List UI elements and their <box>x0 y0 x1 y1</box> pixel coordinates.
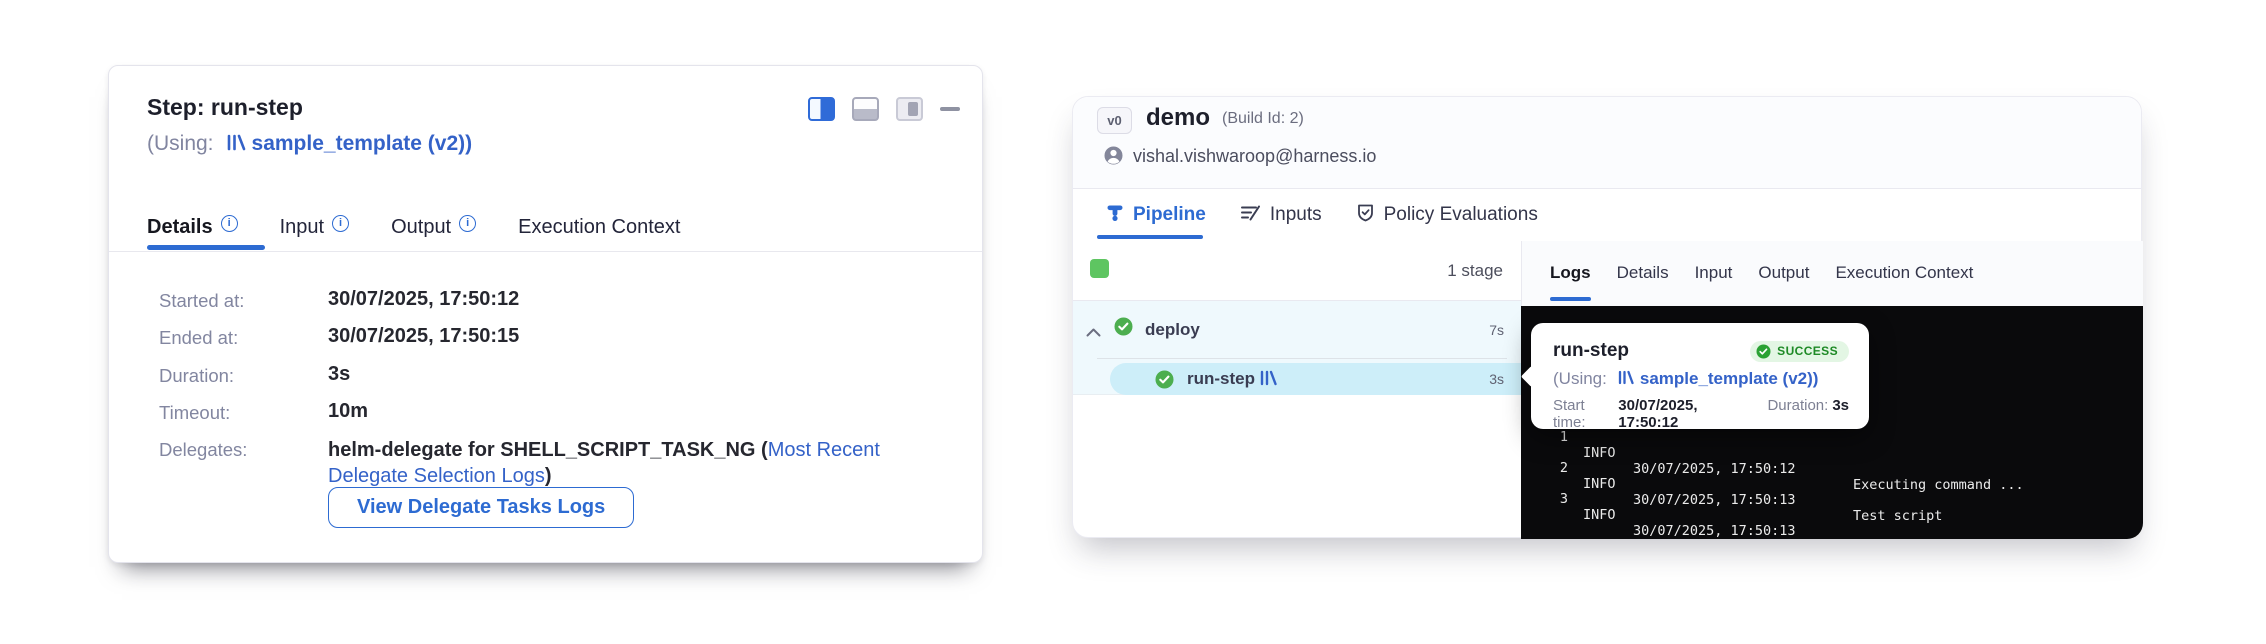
stage-summary-strip: 1 stage <box>1073 241 1521 301</box>
step-title: Step: run-step <box>147 94 303 121</box>
tab-execution-context[interactable]: Execution Context <box>518 214 680 240</box>
duration-label: Duration: <box>159 365 234 387</box>
layout-float-icon[interactable] <box>896 97 923 121</box>
ended-at-value: 30/07/2025, 17:50:15 <box>328 325 519 348</box>
tooltip-step-name: run-step <box>1553 340 1629 362</box>
pipeline-name[interactable]: demo <box>1146 104 1210 132</box>
step-tabs: Details i Input i Output i Execution Con… <box>147 214 680 240</box>
output-info-icon[interactable]: i <box>459 215 476 232</box>
details-info-icon[interactable]: i <box>221 215 238 232</box>
layout-split-right-icon[interactable] <box>808 97 835 121</box>
tab-log-output[interactable]: Output <box>1758 263 1809 283</box>
minimize-icon[interactable] <box>940 107 960 111</box>
delegates-label: Delegates: <box>159 439 247 461</box>
ended-at-label: Ended at: <box>159 327 238 349</box>
deploy-duration: 7s <box>1489 322 1504 338</box>
shield-check-icon <box>1356 203 1375 228</box>
view-delegate-tasks-logs-button[interactable]: View Delegate Tasks Logs <box>328 487 634 528</box>
tab-logs[interactable]: Logs <box>1550 263 1591 283</box>
tab-policy-evaluations[interactable]: Policy Evaluations <box>1356 203 1538 228</box>
stage-status-square[interactable] <box>1090 259 1109 278</box>
template-icon <box>226 133 246 157</box>
using-prefix: (Using: <box>147 132 214 156</box>
tree-item-deploy[interactable]: deploy <box>1145 320 1200 340</box>
template-link[interactable]: sample_template (v2) <box>252 132 466 156</box>
active-tab-underline <box>1097 235 1203 239</box>
timeout-value: 10m <box>328 400 368 423</box>
tooltip-start-time: 30/07/2025, 17:50:12 <box>1618 397 1747 431</box>
active-tab-underline <box>147 245 265 250</box>
step-status-tooltip: run-step SUCCESS (Using: sample_template… <box>1531 323 1869 429</box>
active-tab-underline <box>1550 297 1591 301</box>
input-info-icon[interactable]: i <box>332 215 349 232</box>
tab-log-input[interactable]: Input <box>1695 263 1733 283</box>
execution-header: v0 demo (Build Id: 2) vishal.vishwaroop@… <box>1073 97 2141 189</box>
collapse-chevron-icon[interactable] <box>1086 324 1101 342</box>
stage-count: 1 stage <box>1447 261 1503 281</box>
user-icon <box>1103 145 1124 171</box>
layout-split-bottom-icon[interactable] <box>852 97 879 121</box>
started-at-label: Started at: <box>159 290 244 312</box>
success-check-icon <box>1756 344 1771 359</box>
log-line-3: 3 INFO 30/07/2025, 17:50:13 Command comp… <box>1521 475 2143 539</box>
trigger-user-email: vishal.vishwaroop@harness.io <box>1133 146 1376 167</box>
tree-divider <box>1097 358 1507 359</box>
tab-inputs[interactable]: Inputs <box>1240 203 1322 228</box>
execution-tabs: Pipeline Inputs Policy Evaluations <box>1106 189 1538 241</box>
run-step-duration: 3s <box>1489 371 1504 387</box>
delegates-value: helm-delegate for SHELL_SCRIPT_TASK_NG (… <box>328 437 928 489</box>
status-badge: SUCCESS <box>1750 341 1849 362</box>
run-step-label: run-step <box>1187 369 1255 389</box>
tab-log-execution-context[interactable]: Execution Context <box>1835 263 1973 283</box>
tab-pipeline[interactable]: Pipeline <box>1106 203 1206 228</box>
run-step-success-icon <box>1155 370 1174 394</box>
using-suffix: ) <box>465 132 472 156</box>
timeout-label: Timeout: <box>159 402 230 424</box>
template-icon <box>1259 370 1277 391</box>
step-using-line: (Using: sample_template (v2)) <box>147 132 472 156</box>
log-tabs-strip: Logs Details Input Output Execution Cont… <box>1521 241 2143 306</box>
tab-details[interactable]: Details i <box>147 214 238 240</box>
pipeline-icon <box>1106 203 1124 228</box>
template-icon <box>1617 370 1634 390</box>
execution-tree: deploy 7s run-step 3s <box>1073 301 1521 395</box>
tree-item-run-step[interactable]: run-step 3s <box>1110 363 1521 395</box>
panel-layout-controls <box>808 97 960 121</box>
tooltip-template-link[interactable]: sample_template (v2) <box>1640 369 1813 389</box>
tab-log-details[interactable]: Details <box>1617 263 1669 283</box>
tab-output[interactable]: Output i <box>391 214 476 240</box>
tooltip-duration: 3s <box>1832 397 1849 431</box>
tab-input[interactable]: Input i <box>280 214 349 240</box>
version-badge: v0 <box>1097 107 1132 134</box>
inputs-icon <box>1240 203 1261 228</box>
deploy-success-icon <box>1114 317 1133 341</box>
execution-panel: v0 demo (Build Id: 2) vishal.vishwaroop@… <box>1072 96 2142 538</box>
duration-value: 3s <box>328 363 350 386</box>
step-details-panel: Step: run-step (Using: sample_template (… <box>108 65 983 563</box>
started-at-value: 30/07/2025, 17:50:12 <box>328 288 519 311</box>
build-id: (Build Id: 2) <box>1222 110 1304 128</box>
page: Step: run-step (Using: sample_template (… <box>0 0 2266 644</box>
tabs-divider <box>109 251 982 252</box>
